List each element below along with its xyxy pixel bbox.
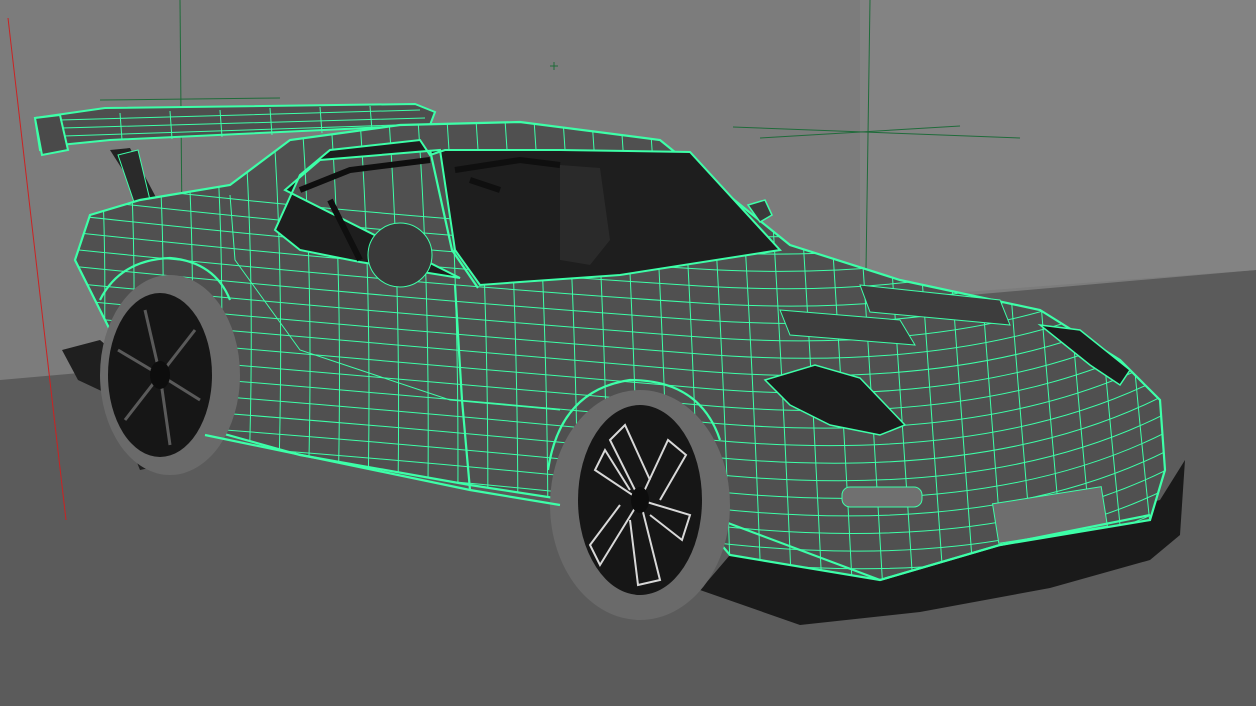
background-wall-right <box>860 0 1256 300</box>
front-wheel[interactable] <box>550 390 730 620</box>
steering-wheel <box>367 222 433 288</box>
fog-light <box>841 486 923 508</box>
3d-viewport[interactable] <box>0 0 1256 706</box>
rear-wheel[interactable] <box>100 275 240 475</box>
viewport-canvas[interactable] <box>0 0 1256 706</box>
